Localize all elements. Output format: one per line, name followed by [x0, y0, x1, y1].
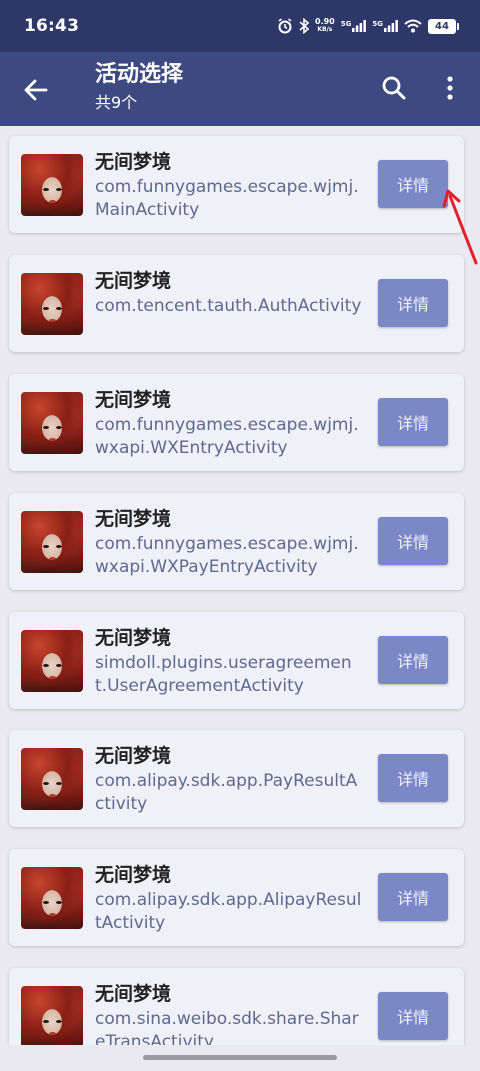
signal-icon — [352, 20, 367, 32]
list-item[interactable]: 无间梦境 com.funnygames.escape.wjmj.wxapi.WX… — [9, 493, 464, 590]
app-icon — [21, 867, 83, 929]
app-name: 无间梦境 — [95, 389, 172, 411]
alarm-icon — [278, 18, 292, 34]
activity-name: com.funnygames.escape.wjmj.wxapi.WXPayEn… — [95, 534, 359, 577]
list-item[interactable]: 无间梦境 com.funnygames.escape.wjmj.wxapi.WX… — [9, 374, 464, 471]
battery-indicator: 44 — [428, 18, 459, 34]
list-item[interactable]: 无间梦境 com.sina.weibo.sdk.share.ShareTrans… — [9, 968, 464, 1045]
app-name: 无间梦境 — [95, 745, 172, 767]
bluetooth-icon — [299, 18, 309, 34]
more-vertical-icon[interactable] — [440, 74, 460, 102]
sim1-label: 5G — [340, 20, 352, 28]
net-speed: 0.90 KB/s — [315, 18, 335, 34]
app-name: 无间梦境 — [95, 983, 172, 1005]
details-button[interactable]: 详情 — [378, 636, 448, 684]
activity-name: com.alipay.sdk.app.PayResultActivity — [95, 771, 358, 814]
status-bar: 16:43 0.90 KB/s 5G 5G 44 — [0, 0, 480, 52]
app-icon — [21, 748, 83, 810]
app-name: 无间梦境 — [95, 270, 172, 292]
details-button[interactable]: 详情 — [378, 517, 448, 565]
signal-icon — [384, 20, 398, 32]
details-button[interactable]: 详情 — [378, 160, 448, 208]
status-icons: 0.90 KB/s 5G 5G 44 — [277, 18, 459, 34]
sim2-label: 5G — [372, 20, 383, 28]
net-speed-value: 0.90 — [315, 17, 335, 26]
app-name: 无间梦境 — [95, 151, 172, 173]
net-speed-unit: KB/s — [317, 26, 333, 33]
arrow-left-icon[interactable] — [22, 76, 50, 104]
wifi-icon — [404, 19, 422, 33]
page-title: 活动选择 — [95, 62, 184, 87]
app-icon — [21, 273, 83, 335]
app-name: 无间梦境 — [95, 864, 172, 886]
app-icon — [21, 630, 83, 692]
list-item[interactable]: 无间梦境 com.alipay.sdk.app.PayResultActivit… — [9, 730, 464, 827]
activity-name: simdoll.plugins.useragreement.UserAgreem… — [95, 653, 352, 696]
list-item[interactable]: 无间梦境 simdoll.plugins.useragreement.UserA… — [9, 612, 464, 709]
list-item[interactable]: 无间梦境 com.alipay.sdk.app.AlipayResultActi… — [9, 849, 464, 946]
app-icon — [21, 511, 83, 573]
list-item[interactable]: 无间梦境 com.tencent.tauth.AuthActivity 详情 — [9, 255, 464, 352]
activity-name: com.funnygames.escape.wjmj.wxapi.WXEntry… — [95, 415, 359, 458]
activity-list[interactable]: 无间梦境 com.funnygames.escape.wjmj.MainActi… — [0, 126, 480, 1045]
item-count: 共9个 — [95, 93, 138, 112]
details-button[interactable]: 详情 — [378, 279, 448, 327]
app-name: 无间梦境 — [95, 627, 172, 649]
app-bar: 活动选择 共9个 — [0, 52, 480, 126]
activity-name: com.funnygames.escape.wjmj.MainActivity — [95, 177, 359, 220]
details-button[interactable]: 详情 — [378, 398, 448, 446]
search-icon[interactable] — [380, 74, 408, 102]
gesture-nav-bar[interactable] — [143, 1055, 337, 1060]
status-time: 16:43 — [24, 16, 80, 36]
activity-name: com.sina.weibo.sdk.share.ShareTransActiv… — [95, 1009, 359, 1045]
sim2-signal: 5G — [372, 20, 398, 32]
activity-name: com.tencent.tauth.AuthActivity — [95, 296, 362, 316]
title-block: 活动选择 共9个 — [95, 60, 183, 114]
app-icon — [21, 154, 83, 216]
details-button[interactable]: 详情 — [378, 873, 448, 921]
activity-name: com.alipay.sdk.app.AlipayResultActivity — [95, 890, 362, 933]
app-name: 无间梦境 — [95, 508, 172, 530]
app-icon — [21, 392, 83, 454]
app-icon — [21, 986, 83, 1045]
details-button[interactable]: 详情 — [378, 754, 448, 802]
details-button[interactable]: 详情 — [378, 992, 448, 1040]
sim1-signal: 5G — [341, 20, 367, 32]
list-item[interactable]: 无间梦境 com.funnygames.escape.wjmj.MainActi… — [9, 136, 464, 233]
